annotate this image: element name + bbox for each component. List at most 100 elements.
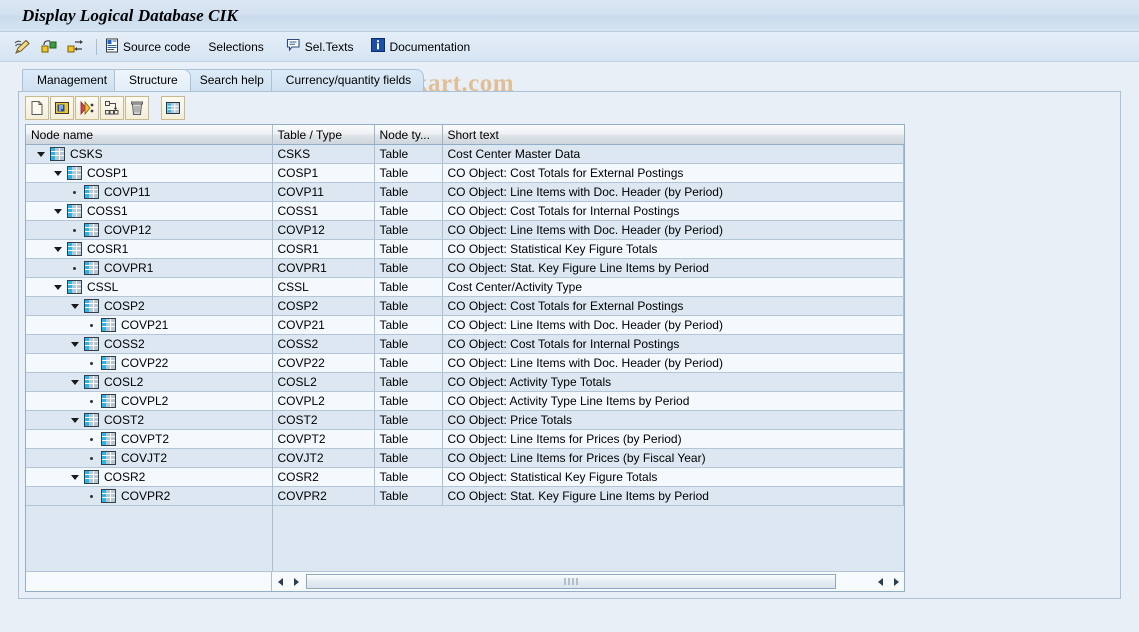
other-object-icon[interactable]	[64, 36, 86, 58]
tab-structure[interactable]: Structure	[114, 69, 191, 91]
tree-node-label: COVP21	[121, 318, 168, 332]
tree-node-cell[interactable]: COSP1	[26, 164, 272, 183]
column-header-short-text[interactable]: Short text	[442, 125, 904, 145]
delete-node-button[interactable]	[125, 96, 149, 120]
expand-collapse-arrow-icon[interactable]	[69, 377, 80, 388]
tree-node-cell[interactable]: COST2	[26, 411, 272, 430]
tree-node-label: COSR1	[87, 242, 128, 256]
table-row[interactable]: COVPR2COVPR2TableCO Object: Stat. Key Fi…	[26, 487, 904, 506]
expand-collapse-arrow-icon[interactable]	[52, 206, 63, 217]
column-header-node-type[interactable]: Node ty...	[374, 125, 442, 145]
window-title-bar: Display Logical Database CIK	[0, 0, 1139, 32]
tree-node-cell[interactable]: COSR1	[26, 240, 272, 259]
cell-table-type: COSP2	[272, 297, 374, 316]
tree-node-cell[interactable]: COVPL2	[26, 392, 272, 411]
cell-short-text: CO Object: Line Items with Doc. Header (…	[442, 221, 904, 240]
tab-search-help[interactable]: Search help	[185, 69, 277, 91]
tab-currency-quantity-fields[interactable]: Currency/quantity fields	[271, 69, 424, 91]
leaf-node-bullet-icon	[69, 263, 80, 274]
table-row[interactable]: COSR2COSR2TableCO Object: Statistical Ke…	[26, 468, 904, 487]
page-title: Display Logical Database CIK	[22, 6, 238, 26]
cell-table-type: COVP11	[272, 183, 374, 202]
new-node-button[interactable]	[25, 96, 49, 120]
tree-header-row: Node name Table / Type Node ty... Short …	[26, 125, 904, 145]
tree-node-cell[interactable]: COSP2	[26, 297, 272, 316]
table-row[interactable]: COVJT2COVJT2TableCO Object: Line Items f…	[26, 449, 904, 468]
expand-collapse-arrow-icon[interactable]	[52, 282, 63, 293]
structure-panel: Node name Table / Type Node ty... Short …	[18, 91, 1121, 599]
move-node-button[interactable]	[100, 96, 124, 120]
table-row[interactable]: COSS2COSS2TableCO Object: Cost Totals fo…	[26, 335, 904, 354]
cell-short-text: CO Object: Activity Type Totals	[442, 373, 904, 392]
table-row[interactable]: CSSLCSSLTableCost Center/Activity Type	[26, 278, 904, 297]
tree-node-cell[interactable]: COVP12	[26, 221, 272, 240]
tree-node-cell[interactable]: COSR2	[26, 468, 272, 487]
expand-collapse-arrow-icon[interactable]	[69, 415, 80, 426]
table-row[interactable]: COSS1COSS1TableCO Object: Cost Totals fo…	[26, 202, 904, 221]
cell-table-type: COVPL2	[272, 392, 374, 411]
table-row[interactable]: COSR1COSR1TableCO Object: Statistical Ke…	[26, 240, 904, 259]
tree-node-label: COVP11	[104, 185, 150, 199]
leaf-node-bullet-icon	[86, 396, 97, 407]
table-row[interactable]: COVPR1COVPR1TableCO Object: Stat. Key Fi…	[26, 259, 904, 278]
tree-table: Node name Table / Type Node ty... Short …	[26, 125, 904, 506]
source-code-button[interactable]: Source code	[105, 38, 190, 56]
tree-node-cell[interactable]: CSKS	[26, 145, 272, 164]
expand-collapse-arrow-icon[interactable]	[69, 301, 80, 312]
horizontal-scrollbar[interactable]	[26, 571, 904, 591]
tree-node-label: COVP12	[104, 223, 151, 237]
table-row[interactable]: COVPT2COVPT2TableCO Object: Line Items f…	[26, 430, 904, 449]
table-view-button[interactable]	[161, 96, 185, 120]
table-node-icon	[84, 299, 99, 313]
sel-texts-label: Sel.Texts	[305, 40, 354, 54]
column-header-node-name[interactable]: Node name	[26, 125, 272, 145]
tree-node-cell[interactable]: COVP21	[26, 316, 272, 335]
structure-tree-grid[interactable]: Node name Table / Type Node ty... Short …	[25, 124, 905, 592]
scroll-right-arrow-inner[interactable]	[288, 573, 304, 591]
expand-collapse-arrow-icon[interactable]	[52, 244, 63, 255]
table-row[interactable]: COVP11COVP11TableCO Object: Line Items w…	[26, 183, 904, 202]
leaf-node-bullet-icon	[86, 434, 97, 445]
cell-table-type: COVPT2	[272, 430, 374, 449]
tree-node-cell[interactable]: COVP22	[26, 354, 272, 373]
table-row[interactable]: COST2COST2TableCO Object: Price Totals	[26, 411, 904, 430]
scrollbar-thumb[interactable]	[306, 574, 836, 589]
tree-node-cell[interactable]: CSSL	[26, 278, 272, 297]
sel-texts-button[interactable]: Sel.Texts	[286, 38, 354, 55]
table-row[interactable]: CSKSCSKSTableCost Center Master Data	[26, 145, 904, 164]
scroll-page-left-arrow[interactable]	[872, 573, 888, 591]
column-header-table-type[interactable]: Table / Type	[272, 125, 374, 145]
expand-collapse-arrow-icon[interactable]	[69, 472, 80, 483]
tree-node-cell[interactable]: COVJT2	[26, 449, 272, 468]
cell-node-type: Table	[374, 411, 442, 430]
tree-node-cell[interactable]: COSS2	[26, 335, 272, 354]
selections-button[interactable]: Selections	[208, 40, 263, 54]
tree-node-cell[interactable]: COVPR2	[26, 487, 272, 506]
expand-node-button[interactable]	[75, 96, 99, 120]
expand-collapse-arrow-icon[interactable]	[35, 149, 46, 160]
tree-node-cell[interactable]: COVP11	[26, 183, 272, 202]
tree-node-cell[interactable]: COVPT2	[26, 430, 272, 449]
cell-table-type: COVP21	[272, 316, 374, 335]
edit-pencil-icon[interactable]	[12, 36, 34, 58]
cell-short-text: CO Object: Line Items for Prices (by Fis…	[442, 449, 904, 468]
expand-collapse-arrow-icon[interactable]	[52, 168, 63, 179]
documentation-button[interactable]: Documentation	[371, 38, 470, 55]
table-row[interactable]: COSP1COSP1TableCO Object: Cost Totals fo…	[26, 164, 904, 183]
table-row[interactable]: COVP22COVP22TableCO Object: Line Items w…	[26, 354, 904, 373]
scroll-left-arrow[interactable]	[272, 573, 288, 591]
tree-node-cell[interactable]: COVPR1	[26, 259, 272, 278]
cell-short-text: CO Object: Statistical Key Figure Totals	[442, 240, 904, 259]
table-row[interactable]: COVPL2COVPL2TableCO Object: Activity Typ…	[26, 392, 904, 411]
tree-node-cell[interactable]: COSS1	[26, 202, 272, 221]
expand-collapse-arrow-icon[interactable]	[69, 339, 80, 350]
table-row[interactable]: COVP12COVP12TableCO Object: Line Items w…	[26, 221, 904, 240]
table-row[interactable]: COVP21COVP21TableCO Object: Line Items w…	[26, 316, 904, 335]
tab-management[interactable]: Management	[22, 69, 120, 91]
scroll-page-right-arrow[interactable]	[888, 573, 904, 591]
tree-node-cell[interactable]: COSL2	[26, 373, 272, 392]
table-row[interactable]: COSL2COSL2TableCO Object: Activity Type …	[26, 373, 904, 392]
table-row[interactable]: COSP2COSP2TableCO Object: Cost Totals fo…	[26, 297, 904, 316]
display-change-icon[interactable]	[38, 36, 60, 58]
change-node-button[interactable]	[50, 96, 74, 120]
